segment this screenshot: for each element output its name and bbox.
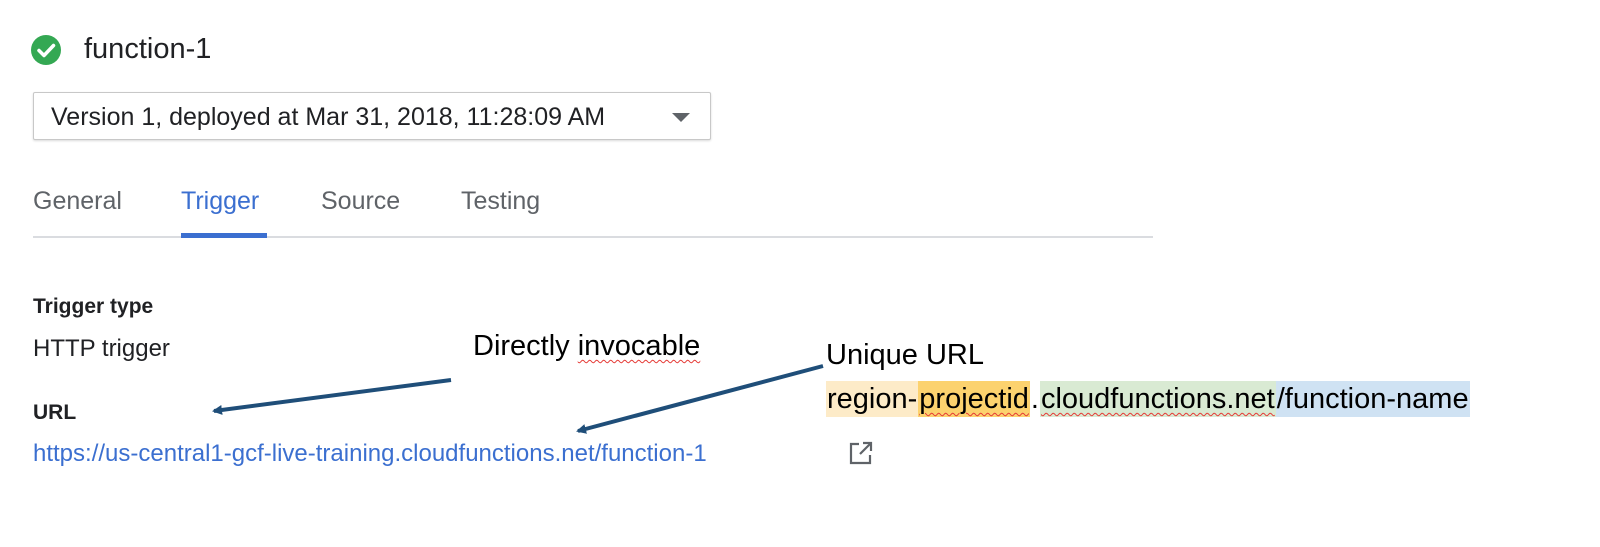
annotation-unique-url: Unique URL (826, 339, 984, 371)
caret-down-icon (672, 113, 690, 122)
check-circle-icon (31, 35, 61, 65)
external-link-icon[interactable] (848, 440, 874, 466)
function-title: function-1 (84, 33, 212, 65)
tab-bar: General Trigger Source Testing (33, 182, 1153, 238)
url-part-dot: . (1030, 383, 1039, 415)
function-url-link[interactable]: https://us-central1-gcf-live-training.cl… (33, 439, 707, 469)
url-part-projectid: projectid (918, 381, 1030, 417)
version-select-value: Version 1, deployed at Mar 31, 2018, 11:… (51, 103, 606, 131)
trigger-type-value: HTTP trigger (33, 335, 170, 362)
arrow-to-url-label (212, 378, 452, 415)
url-label: URL (33, 401, 77, 424)
active-tab-indicator (181, 233, 267, 238)
version-select[interactable]: Version 1, deployed at Mar 31, 2018, 11:… (33, 92, 711, 140)
url-part-function-name: /function-name (1275, 381, 1470, 417)
annotation-directly-invocable: Directly invocable (473, 330, 701, 362)
annotation-squiggle-word: invocable (577, 330, 701, 362)
arrow-to-url-link (576, 364, 824, 434)
tab-testing[interactable]: Testing (461, 186, 540, 216)
trigger-type-label: Trigger type (33, 295, 154, 318)
tab-trigger[interactable]: Trigger (181, 186, 259, 216)
function-details-page: function-1 Version 1, deployed at Mar 31… (0, 0, 1600, 547)
url-part-region: region- (826, 381, 919, 417)
tab-general[interactable]: General (33, 186, 122, 216)
tab-source[interactable]: Source (321, 186, 400, 216)
url-part-domain: cloudfunctions.net (1039, 381, 1276, 417)
annotation-url-pattern: region-projectid.cloudfunctions.net/func… (826, 381, 1470, 417)
